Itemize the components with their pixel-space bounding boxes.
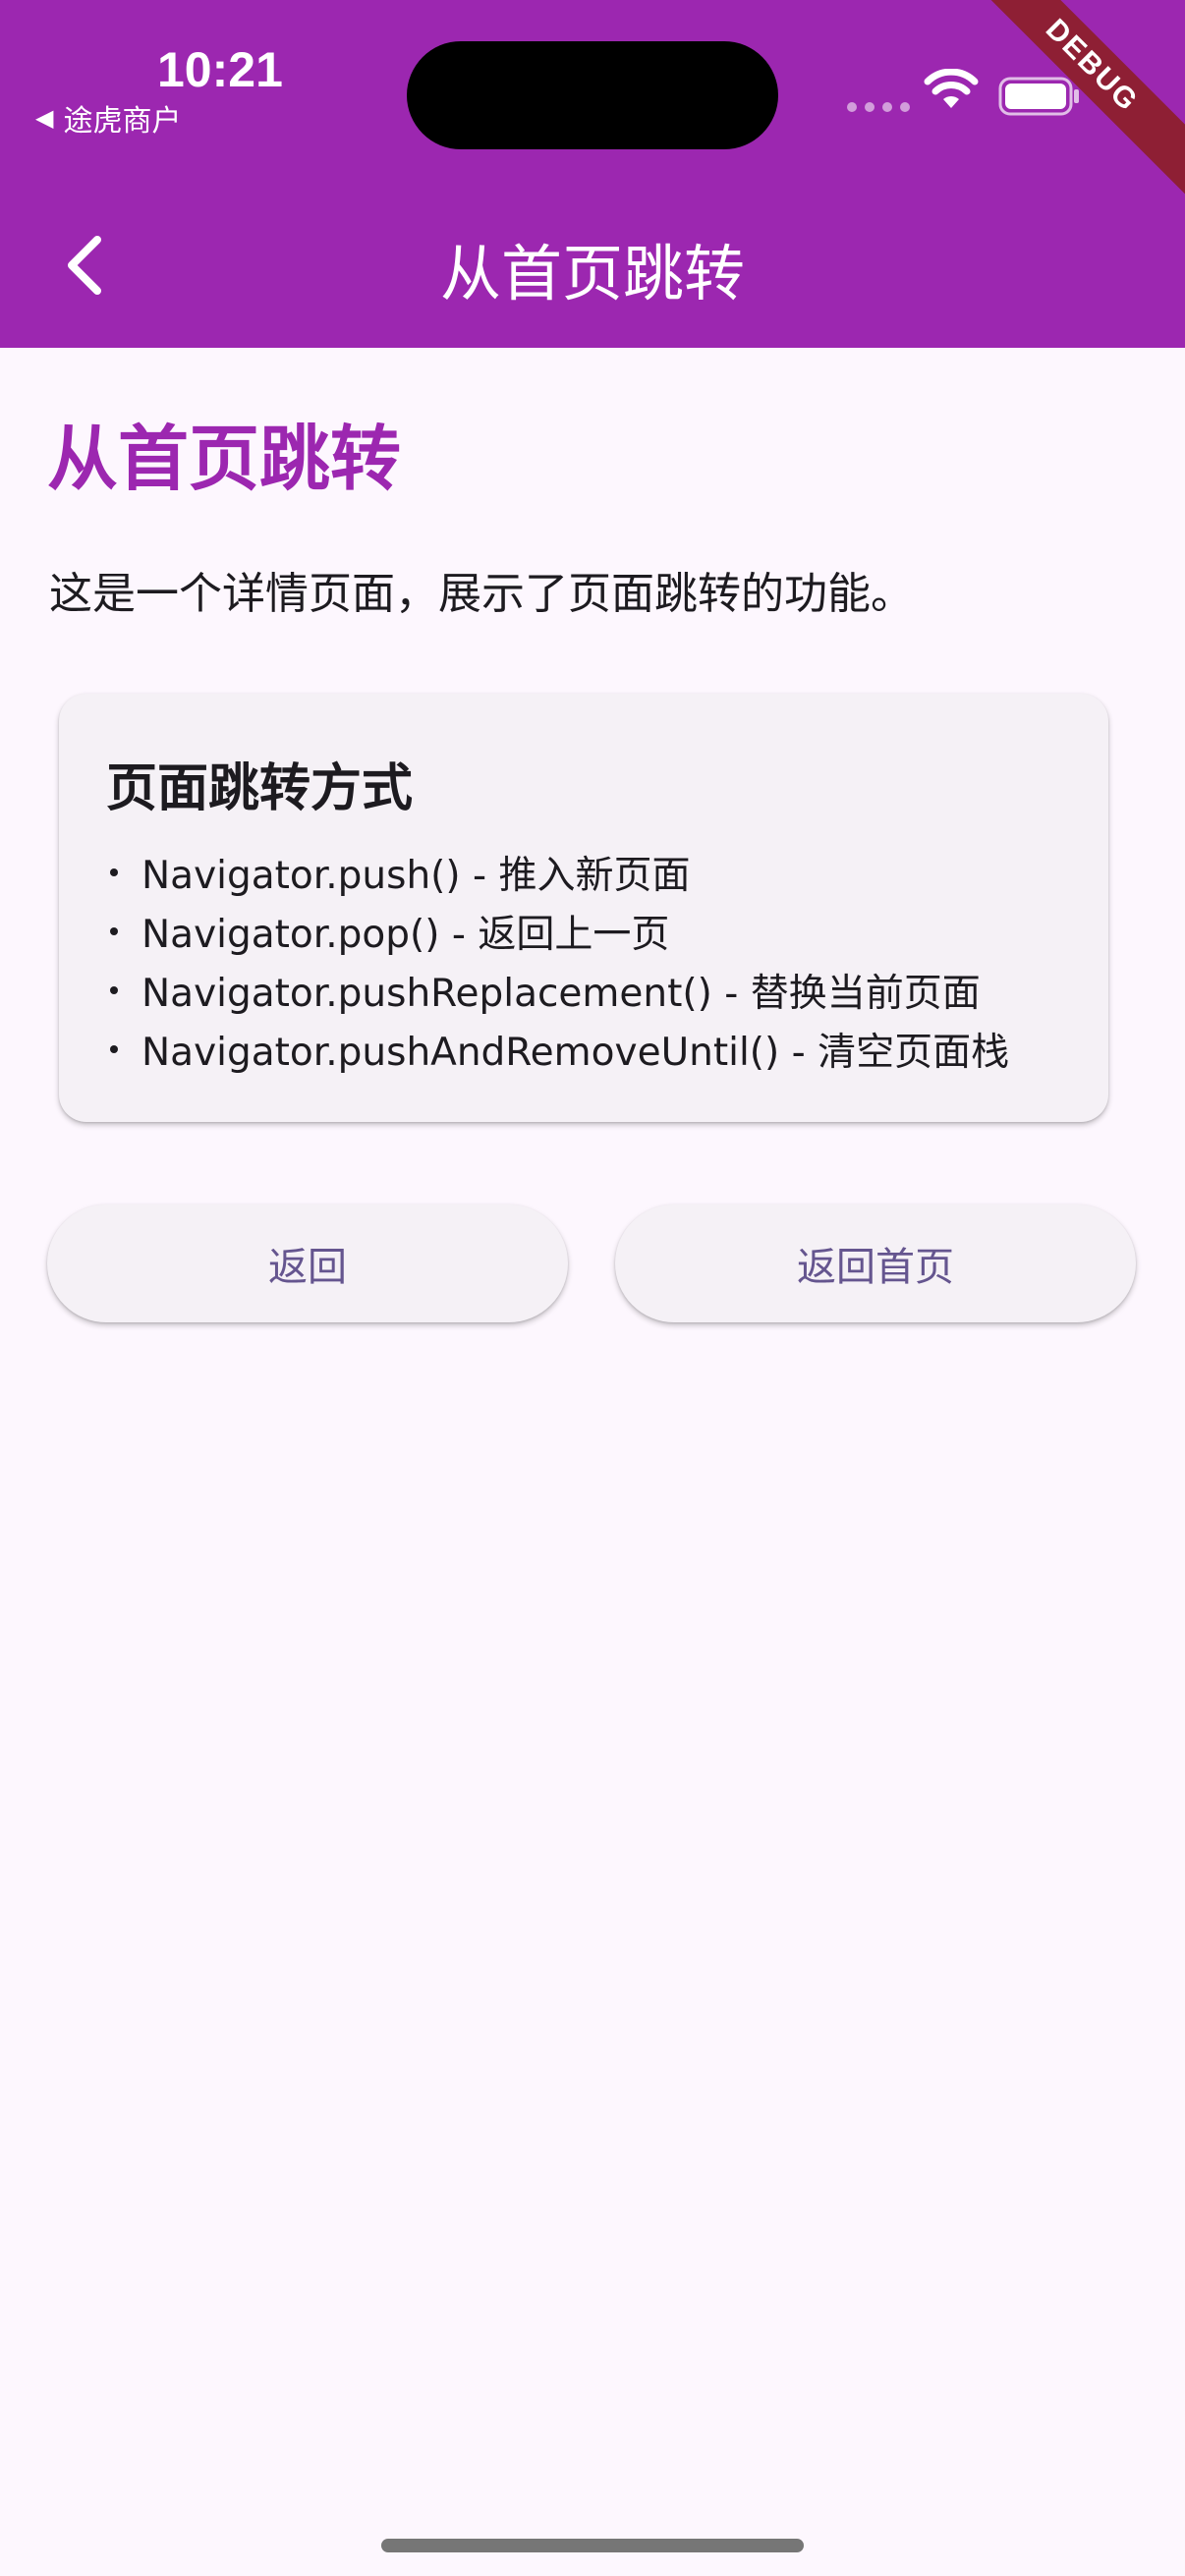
list-item-text: Navigator.pushAndRemoveUntil() - 清空页面栈 — [141, 1031, 1010, 1075]
list-item-text: Navigator.pushReplacement() - 替换当前页面 — [141, 972, 981, 1016]
card-title: 页面跳转方式 — [106, 759, 414, 818]
list-item-text: Navigator.push() - 推入新页面 — [141, 854, 691, 898]
wifi-icon — [924, 69, 979, 108]
return-button[interactable]: 返回 — [47, 1204, 568, 1322]
return-home-button[interactable]: 返回首页 — [615, 1204, 1136, 1322]
bullet-icon — [110, 986, 118, 994]
navigation-methods-card: 页面跳转方式 Navigator.push() - 推入新页面 Navigato… — [59, 694, 1108, 1122]
bullet-icon — [110, 868, 118, 876]
list-item: Navigator.pushReplacement() - 替换当前页面 — [106, 961, 1009, 1020]
page-description: 这是一个详情页面，展示了页面跳转的功能。 — [49, 569, 914, 619]
dynamic-island — [407, 41, 778, 149]
list-item: Navigator.push() - 推入新页面 — [106, 843, 1009, 902]
back-triangle-icon: ◀ — [35, 104, 54, 132]
battery-icon — [998, 77, 1079, 116]
app-bar-title: 从首页跳转 — [439, 238, 745, 309]
navigation-methods-list: Navigator.push() - 推入新页面 Navigator.pop()… — [106, 843, 1009, 1079]
cellular-signal-icon — [847, 102, 910, 112]
page-heading: 从首页跳转 — [47, 418, 402, 500]
list-item: Navigator.pop() - 返回上一页 — [106, 902, 1009, 961]
back-app-label: 途虎商户 — [63, 104, 182, 139]
status-back-to-app[interactable]: ◀ 途虎商户 — [35, 96, 181, 140]
list-item: Navigator.pushAndRemoveUntil() - 清空页面栈 — [106, 1020, 1009, 1079]
app-bar: 10:21 ◀ 途虎商户 DEBUG 从首页跳转 — [0, 0, 1185, 348]
bullet-icon — [110, 1045, 118, 1053]
bullet-icon — [110, 927, 118, 935]
list-item-text: Navigator.pop() - 返回上一页 — [141, 913, 670, 957]
status-time: 10:21 — [157, 42, 283, 97]
home-indicator[interactable] — [381, 2539, 804, 2552]
